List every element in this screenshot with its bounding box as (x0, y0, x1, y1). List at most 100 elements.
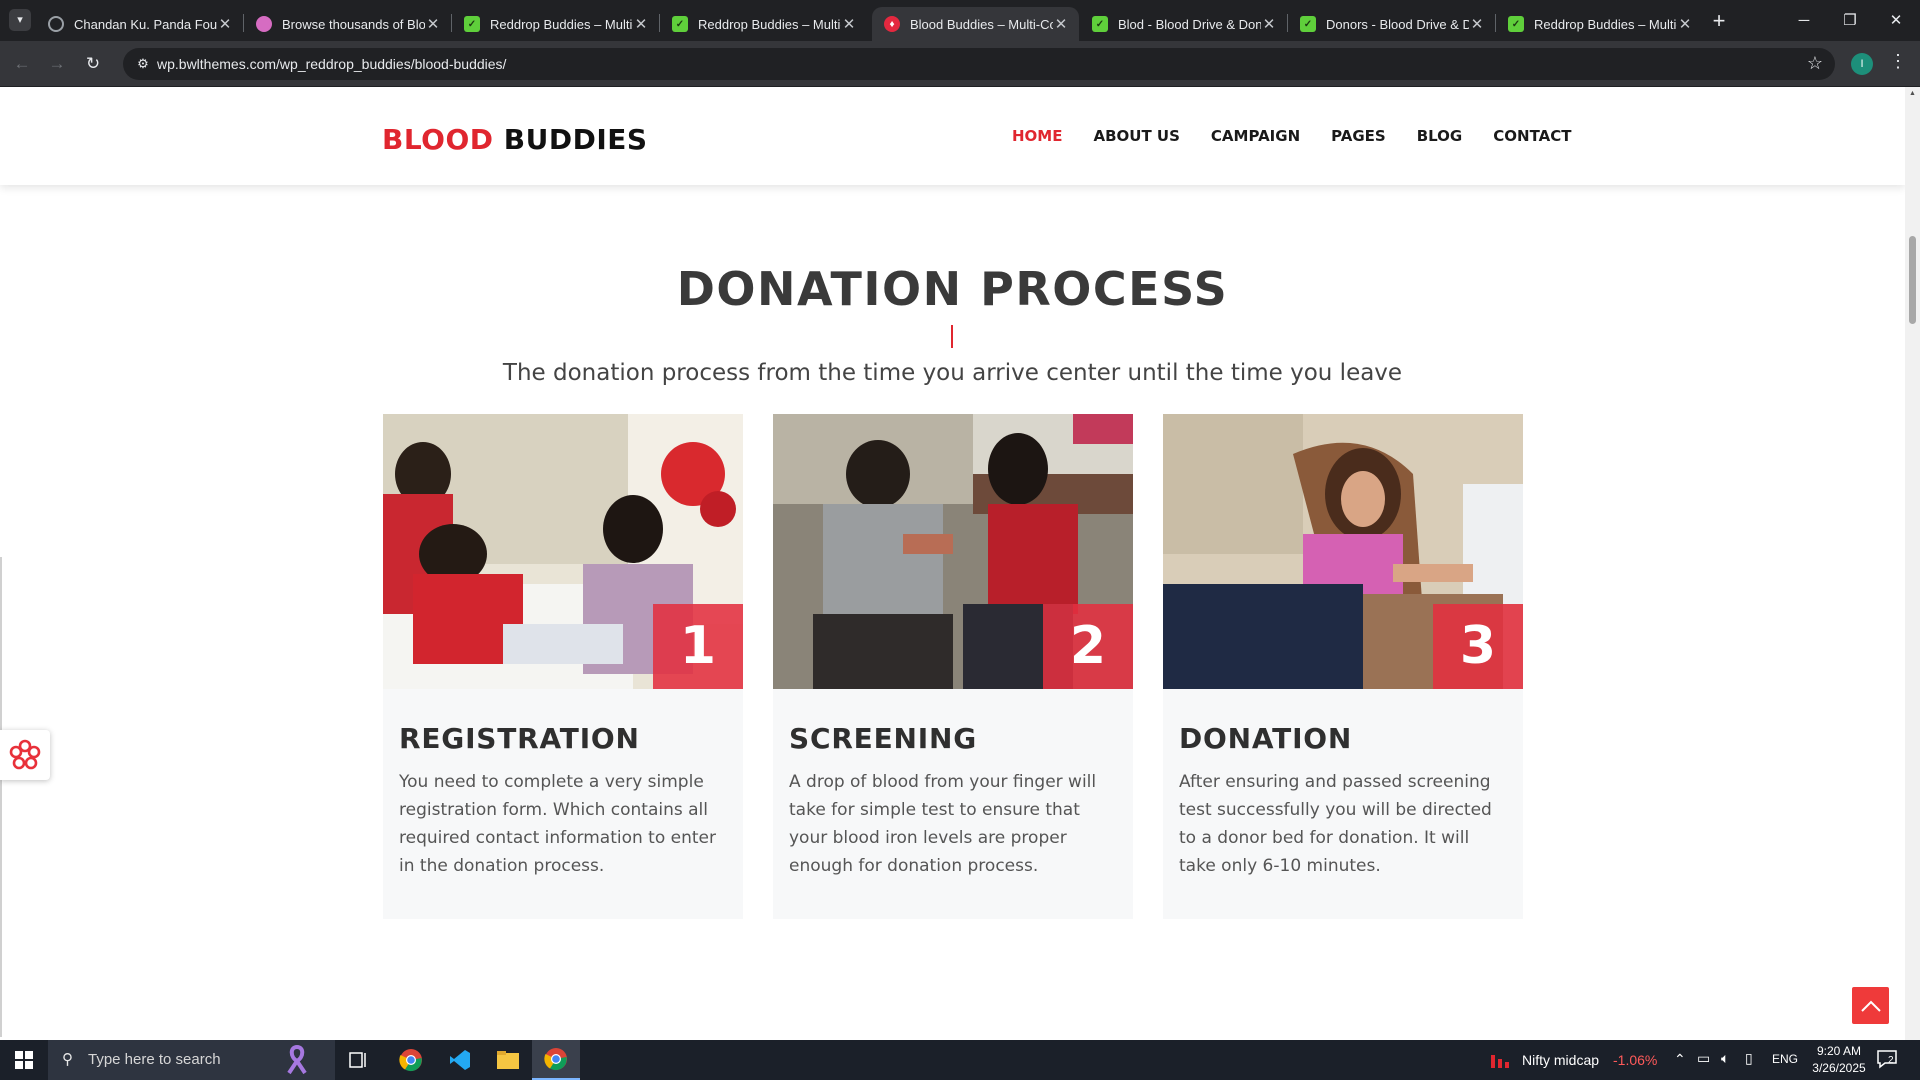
title-divider (951, 325, 953, 348)
scroll-up-arrow-icon[interactable]: ▲ (1907, 90, 1918, 98)
nav-contact[interactable]: CONTACT (1493, 127, 1571, 145)
profile-avatar[interactable]: I (1851, 53, 1873, 75)
stock-name[interactable]: Nifty midcap (1522, 1052, 1599, 1068)
language-indicator[interactable]: ENG (1772, 1052, 1798, 1066)
taskbar-chrome-active[interactable] (532, 1040, 580, 1080)
scroll-to-top-button[interactable] (1852, 987, 1889, 1024)
step-description: You need to complete a very simple regis… (399, 772, 716, 876)
notification-icon (1877, 1050, 1897, 1069)
site-header: BLOOD BUDDIES HOME ABOUT US CAMPAIGN PAG… (0, 87, 1905, 185)
close-icon[interactable]: ✕ (841, 15, 857, 33)
browser-toolbar: ← → ↻ ⚙ wp.bwlthemes.com/wp_reddrop_budd… (0, 41, 1920, 87)
envato-icon: ✓ (672, 16, 688, 32)
reload-button[interactable]: ↻ (80, 51, 106, 77)
browser-tab[interactable]: ✓ Blod - Blood Drive & Don ✕ (1080, 7, 1287, 41)
taskbar-search-box[interactable]: ⚲ Type here to search (48, 1040, 335, 1080)
close-window-button[interactable]: ✕ (1873, 0, 1919, 41)
browser-tab[interactable]: Chandan Ku. Panda Found ✕ (36, 7, 243, 41)
browser-tab[interactable]: ✓ Reddrop Buddies – Multi- ✕ (1496, 7, 1703, 41)
nav-campaign[interactable]: CAMPAIGN (1211, 127, 1300, 145)
stock-chart-icon (1491, 1055, 1509, 1068)
main-navigation: HOME ABOUT US CAMPAIGN PAGES BLOG CONTAC… (1012, 127, 1602, 145)
network-icon[interactable]: ▭ (1697, 1050, 1710, 1067)
tab-title: Donors - Blood Drive & D (1326, 16, 1469, 32)
bookmark-star-icon[interactable]: ☆ (1807, 53, 1823, 74)
chevron-up-icon (1860, 1000, 1881, 1012)
nav-home[interactable]: HOME (1012, 127, 1062, 145)
page-scrollbar[interactable]: ▲ (1905, 87, 1920, 1040)
close-icon[interactable]: ✕ (1469, 15, 1485, 33)
action-center-button[interactable]: 2 (1876, 1049, 1898, 1069)
battery-icon[interactable]: ▯ (1745, 1050, 1753, 1067)
blood-buddies-icon: ♦ (884, 16, 900, 32)
browser-menu-icon[interactable]: ⋮ (1888, 51, 1908, 72)
new-tab-button[interactable]: + (1706, 8, 1732, 34)
step-title: REGISTRATION (399, 722, 640, 755)
browser-tab-active[interactable]: ♦ Blood Buddies – Multi-Co ✕ (872, 7, 1079, 41)
dribbble-icon (256, 16, 272, 32)
restore-button[interactable]: ❐ (1827, 0, 1873, 41)
close-icon[interactable]: ✕ (633, 15, 649, 33)
windows-logo-icon (15, 1051, 33, 1069)
step-title: SCREENING (789, 722, 977, 755)
forward-button[interactable]: → (44, 51, 70, 77)
close-icon[interactable]: ✕ (1677, 15, 1693, 33)
tray-chevron-up-icon[interactable]: ⌃ (1674, 1051, 1686, 1068)
awareness-ribbon-icon (287, 1045, 307, 1075)
chrome-icon (544, 1048, 567, 1071)
step-title: DONATION (1179, 722, 1353, 755)
notification-count: 2 (1888, 1055, 1894, 1066)
taskbar-file-explorer[interactable] (484, 1040, 532, 1080)
envato-icon: ✓ (1092, 16, 1108, 32)
browser-tab[interactable]: ✓ Donors - Blood Drive & D ✕ (1288, 7, 1495, 41)
tab-title: Reddrop Buddies – Multi- (698, 16, 841, 32)
site-info-icon[interactable]: ⚙ (133, 54, 153, 74)
tab-title: Chandan Ku. Panda Found (74, 16, 217, 32)
site-logo[interactable]: BLOOD BUDDIES (382, 123, 648, 156)
task-view-button[interactable] (335, 1040, 383, 1080)
clock-date[interactable]: 3/26/2025 (1807, 1061, 1871, 1075)
search-icon: ⚲ (62, 1051, 73, 1068)
close-icon[interactable]: ✕ (1053, 15, 1069, 33)
globe-icon (48, 16, 64, 32)
close-icon[interactable]: ✕ (217, 15, 233, 33)
windows-taskbar: ⚲ Type here to search Nifty midcap -1.06… (0, 1040, 1920, 1080)
section-subtitle: The donation process from the time you a… (502, 360, 1403, 386)
accessibility-widget[interactable] (0, 730, 50, 780)
nav-blog[interactable]: BLOG (1417, 127, 1463, 145)
taskbar-chrome[interactable] (387, 1040, 435, 1080)
address-bar[interactable]: ⚙ wp.bwlthemes.com/wp_reddrop_buddies/bl… (123, 48, 1835, 80)
close-icon[interactable]: ✕ (1261, 15, 1277, 33)
left-edge-divider (0, 557, 2, 1037)
tab-search-button[interactable]: ▾ (9, 9, 31, 31)
envato-icon: ✓ (1508, 16, 1524, 32)
section-title: DONATION PROCESS (676, 262, 1229, 316)
step-card-donation: 3 DONATION After ensuring and passed scr… (1163, 414, 1523, 919)
tab-title: Blood Buddies – Multi-Co (910, 16, 1053, 32)
volume-icon[interactable]: 🔈︎ (1721, 1050, 1729, 1067)
scrollbar-thumb[interactable] (1909, 236, 1916, 324)
back-button[interactable]: ← (9, 51, 35, 77)
nav-about-us[interactable]: ABOUT US (1093, 127, 1179, 145)
clock-time[interactable]: 9:20 AM (1811, 1044, 1867, 1058)
browser-tab[interactable]: Browse thousands of Bloo ✕ (244, 7, 451, 41)
start-button[interactable] (0, 1040, 48, 1080)
minimize-button[interactable]: ─ (1781, 0, 1827, 41)
url-text[interactable]: wp.bwlthemes.com/wp_reddrop_buddies/bloo… (157, 56, 506, 72)
tab-title: Browse thousands of Bloo (282, 16, 425, 32)
stock-change: -1.06% (1613, 1052, 1658, 1068)
step-number: 1 (653, 604, 743, 689)
step-card-screening: 2 SCREENING A drop of blood from your fi… (773, 414, 1133, 919)
browser-tab[interactable]: ✓ Reddrop Buddies – Multi- ✕ (660, 7, 867, 41)
logo-text-blood: BLOOD (382, 123, 494, 156)
step-description: A drop of blood from your finger will ta… (789, 772, 1097, 876)
browser-tab[interactable]: ✓ Reddrop Buddies – Multi- ✕ (452, 7, 659, 41)
nav-pages[interactable]: PAGES (1331, 127, 1386, 145)
close-icon[interactable]: ✕ (425, 15, 441, 33)
tab-title: Reddrop Buddies – Multi- (1534, 16, 1677, 32)
envato-icon: ✓ (1300, 16, 1316, 32)
vscode-icon (450, 1050, 470, 1070)
chrome-icon (399, 1049, 422, 1072)
taskbar-vscode[interactable] (436, 1040, 484, 1080)
task-view-icon (349, 1052, 366, 1068)
